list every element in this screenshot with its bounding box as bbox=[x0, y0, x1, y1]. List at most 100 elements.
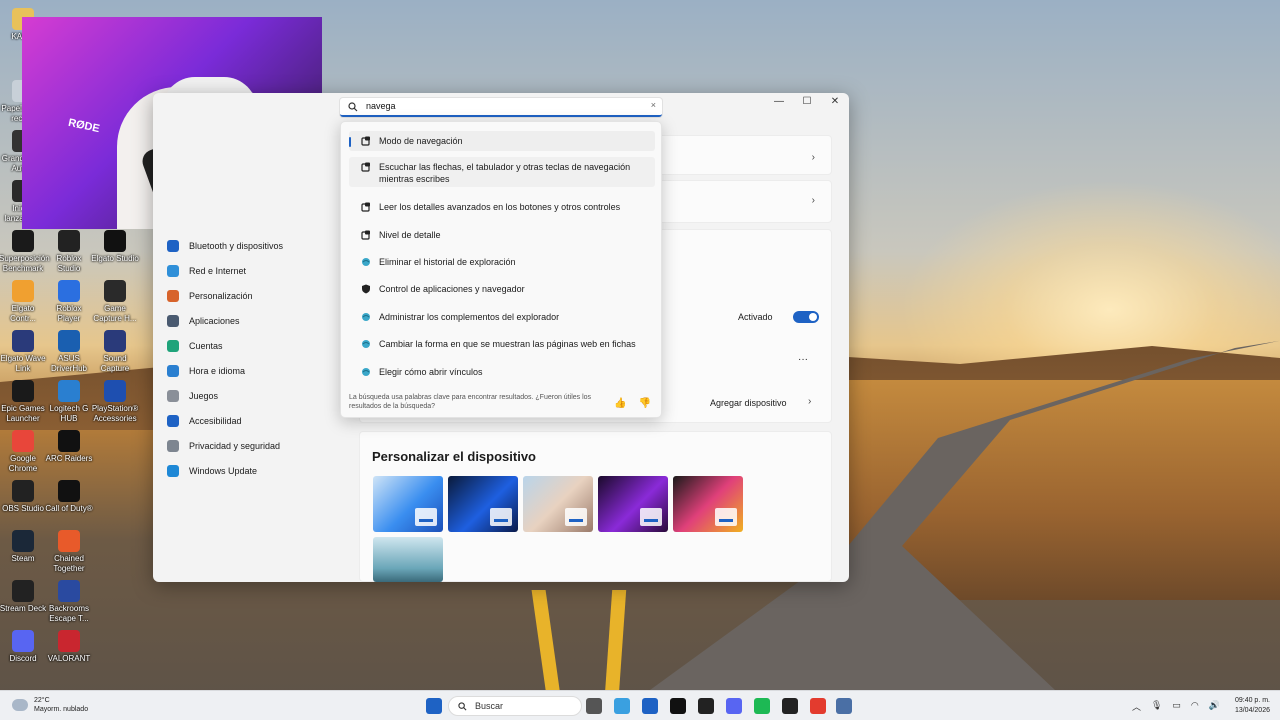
theme-thumbnail-spotlight[interactable] bbox=[523, 476, 593, 532]
more-options-icon[interactable]: ··· bbox=[798, 354, 808, 365]
selection-marker bbox=[349, 137, 351, 147]
desktop-icon-label: Call of Duty® bbox=[45, 504, 93, 513]
taskbar-app-obs-icon[interactable] bbox=[782, 698, 798, 714]
sidebar-item-label: Juegos bbox=[189, 390, 219, 401]
desktop-icon[interactable]: Epic Games Launcher bbox=[0, 380, 47, 423]
sidebar-item-icon bbox=[167, 364, 179, 377]
desktop-icon[interactable]: Discord bbox=[0, 630, 47, 664]
desktop-icon[interactable]: ASUS DriverHub bbox=[45, 330, 93, 373]
thumbs-down-icon[interactable]: 👎 bbox=[639, 398, 651, 409]
microphone-icon[interactable]: 🎙 bbox=[1151, 700, 1162, 713]
desktop-icon[interactable]: Chained Together bbox=[45, 530, 93, 573]
desktop-icon[interactable]: Backrooms Escape T... bbox=[45, 580, 93, 623]
taskbar-app-store-icon[interactable] bbox=[642, 698, 658, 714]
theme-thumbnail-glow[interactable] bbox=[598, 476, 668, 532]
tray-chevron-icon[interactable]: ︿ bbox=[1132, 700, 1141, 713]
sidebar-item[interactable]: Windows Update bbox=[167, 458, 347, 483]
desktop-icon[interactable]: Elgato Studio bbox=[91, 230, 139, 264]
sidebar-item[interactable]: Juegos bbox=[167, 383, 347, 408]
taskbar-search-label: Buscar bbox=[475, 701, 504, 711]
search-result-item[interactable]: Leer los detalles avanzados en los boton… bbox=[349, 197, 655, 217]
search-result-item[interactable]: Eliminar el historial de exploración bbox=[349, 252, 655, 272]
search-result-item[interactable]: Cambiar la forma en que se muestran las … bbox=[349, 334, 655, 354]
desktop-icon-label: Stream Deck bbox=[0, 604, 47, 613]
app-icon bbox=[58, 280, 80, 302]
theme-thumbnail-bloom-light[interactable] bbox=[373, 476, 443, 532]
taskbar-app-copilot-icon[interactable] bbox=[614, 698, 630, 714]
search-result-item[interactable]: Control de aplicaciones y navegador bbox=[349, 279, 655, 299]
taskbar-app-settings-icon[interactable] bbox=[836, 698, 852, 714]
clear-icon[interactable]: × bbox=[651, 100, 656, 110]
theme-thumbnail-lake[interactable] bbox=[373, 537, 443, 582]
taskbar-app-chrome-icon[interactable] bbox=[810, 698, 826, 714]
sidebar-item[interactable]: Aplicaciones bbox=[167, 308, 347, 333]
sidebar-item-icon bbox=[167, 264, 179, 277]
desktop-icon[interactable]: Stream Deck bbox=[0, 580, 47, 614]
theme-thumbnail-bloom-dark[interactable] bbox=[448, 476, 518, 532]
taskbar-app-notion-icon[interactable] bbox=[698, 698, 714, 714]
desktop-icon[interactable]: OBS Studio bbox=[0, 480, 47, 514]
sidebar-item-icon bbox=[167, 289, 179, 302]
taskbar-app-capcut-icon[interactable] bbox=[670, 698, 686, 714]
close-button[interactable]: ✕ bbox=[821, 93, 849, 111]
taskbar-search[interactable]: Buscar bbox=[448, 696, 582, 716]
thumbs-up-icon[interactable]: 👍 bbox=[614, 398, 626, 409]
settings-icon bbox=[361, 230, 370, 240]
desktop-icon-label: Roblox Player bbox=[56, 304, 82, 323]
sidebar-item[interactable]: Privacidad y seguridad bbox=[167, 433, 347, 458]
search-result-item[interactable]: Administrar los complementos del explora… bbox=[349, 307, 655, 327]
volume-icon[interactable]: 🔊 bbox=[1209, 700, 1220, 713]
sidebar-item-icon bbox=[167, 314, 179, 327]
sidebar-item[interactable]: Cuentas bbox=[167, 333, 347, 358]
sidebar-item[interactable]: Accesibilidad bbox=[167, 408, 347, 433]
status-toggle[interactable] bbox=[793, 311, 819, 323]
system-tray: ︿ 🎙 ▭ ◠ 🔊 bbox=[1132, 700, 1220, 713]
sidebar-item[interactable]: Red e Internet bbox=[167, 258, 347, 283]
app-icon bbox=[58, 430, 80, 452]
desktop-icon[interactable]: Call of Duty® bbox=[45, 480, 93, 514]
search-result-label: Nivel de detalle bbox=[379, 230, 441, 240]
mic-brand-label: RØDE bbox=[67, 116, 101, 136]
desktop-icon-label: ARC Raiders bbox=[45, 454, 93, 463]
taskbar-app-start-icon[interactable] bbox=[426, 698, 442, 714]
desktop-icon[interactable]: Sound Capture bbox=[91, 330, 139, 373]
sidebar-item[interactable]: Bluetooth y dispositivos bbox=[167, 233, 347, 258]
theme-thumbnail-flower[interactable] bbox=[673, 476, 743, 532]
search-result-item[interactable]: Elegir cómo abrir vínculos bbox=[349, 362, 655, 382]
minimize-button[interactable]: — bbox=[765, 93, 793, 111]
taskbar-app-discord-icon[interactable] bbox=[726, 698, 742, 714]
sidebar-item[interactable]: Hora e idioma bbox=[167, 358, 347, 383]
taskbar-app-task-view-icon[interactable] bbox=[586, 698, 602, 714]
search-result-item[interactable]: Nivel de detalle bbox=[349, 225, 655, 245]
display-icon[interactable]: ▭ bbox=[1172, 700, 1181, 713]
globe-icon bbox=[362, 258, 370, 266]
desktop-icon[interactable]: Superposición Benchmark bbox=[0, 230, 50, 273]
sidebar-item[interactable]: Personalización bbox=[167, 283, 347, 308]
desktop-icon[interactable]: Logitech G HUB bbox=[45, 380, 93, 423]
desktop-icon-label: Elgato Wave Link bbox=[0, 354, 46, 373]
theme-taskbar-preview bbox=[565, 508, 587, 526]
clock[interactable]: 09:40 p. m. 13/04/2026 bbox=[1235, 696, 1270, 716]
desktop-icon[interactable]: Elgato Contr... bbox=[0, 280, 47, 323]
desktop-icon[interactable]: Elgato Wave Link bbox=[0, 330, 47, 373]
desktop-icon[interactable]: Steam bbox=[0, 530, 47, 564]
search-input[interactable]: navega × bbox=[340, 98, 662, 117]
maximize-button[interactable]: ☐ bbox=[793, 93, 821, 111]
desktop-icon[interactable]: Roblox Player bbox=[45, 280, 93, 323]
desktop-icon[interactable]: Game Capture H... bbox=[91, 280, 139, 323]
desktop-icon[interactable]: Google Chrome bbox=[0, 430, 47, 473]
search-result-item[interactable]: Escuchar las flechas, el tabulador y otr… bbox=[349, 157, 655, 187]
weather-widget[interactable]: 22°C Mayorm. nublado bbox=[12, 696, 88, 714]
taskbar-app-spotify-icon[interactable] bbox=[754, 698, 770, 714]
add-device-button[interactable]: Agregar dispositivo bbox=[710, 398, 787, 408]
sidebar-item-icon bbox=[167, 439, 179, 452]
desktop-icon[interactable]: VALORANT bbox=[45, 630, 93, 664]
desktop-icon[interactable]: ARC Raiders bbox=[45, 430, 93, 464]
search-result-label: Elegir cómo abrir vínculos bbox=[379, 367, 483, 377]
clock-date: 13/04/2026 bbox=[1234, 707, 1270, 714]
desktop-icon[interactable]: Roblox Studio bbox=[45, 230, 93, 273]
desktop-icon[interactable]: PlayStation® Accessories bbox=[91, 380, 139, 423]
wifi-icon[interactable]: ◠ bbox=[1191, 700, 1199, 713]
search-result-item[interactable]: Modo de navegación bbox=[349, 131, 655, 151]
sidebar-item-label: Red e Internet bbox=[189, 265, 247, 276]
